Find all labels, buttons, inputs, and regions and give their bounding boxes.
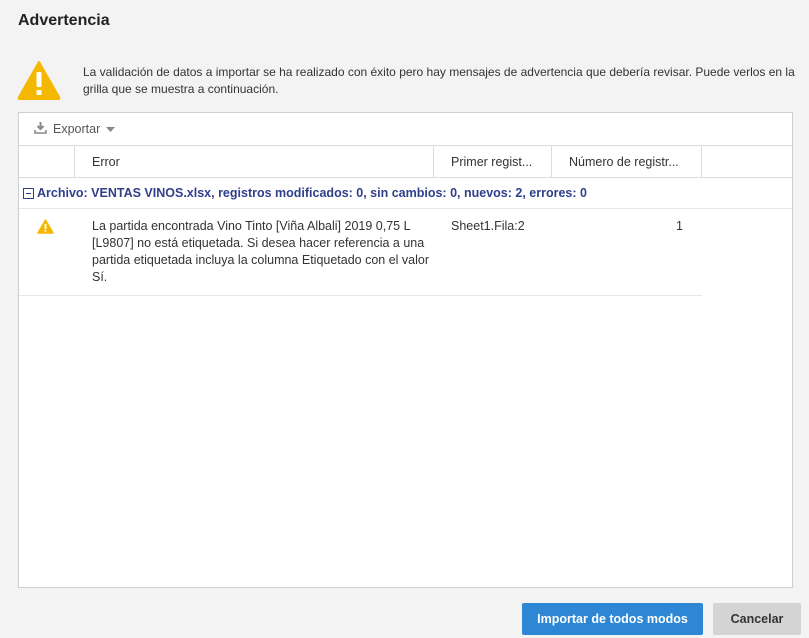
column-header-error[interactable]: Error — [75, 146, 434, 177]
cancel-button[interactable]: Cancelar — [713, 603, 801, 635]
warning-icon — [17, 60, 61, 100]
export-button[interactable]: Exportar — [34, 121, 116, 137]
dialog-title: Advertencia — [18, 12, 110, 29]
error-cell: La partida encontrada Vino Tinto [Viña A… — [92, 219, 430, 284]
caret-down-icon — [106, 122, 116, 136]
table-row[interactable]: La partida encontrada Vino Tinto [Viña A… — [19, 209, 702, 296]
grid-header: Error Primer regist... Número de registr… — [19, 146, 792, 178]
primer-registro-cell: Sheet1.Fila:2 — [451, 219, 525, 233]
export-label: Exportar — [53, 122, 101, 136]
column-header-numero-registros[interactable]: Número de registr... — [552, 146, 702, 177]
download-icon — [34, 121, 47, 137]
warnings-grid: Exportar Error Primer regist... Número d… — [18, 112, 793, 588]
collapse-icon[interactable] — [23, 187, 34, 199]
group-label: Archivo: VENTAS VINOS.xlsx, registros mo… — [37, 186, 587, 200]
group-row: Archivo: VENTAS VINOS.xlsx, registros mo… — [19, 178, 792, 209]
warning-icon — [19, 209, 75, 295]
column-header-primer-registro[interactable]: Primer regist... — [434, 146, 552, 177]
warning-message: La validación de datos a importar se ha … — [83, 65, 795, 96]
grid-toolbar: Exportar — [19, 113, 792, 146]
numero-registros-cell: 1 — [676, 219, 683, 233]
column-header-icon — [19, 146, 75, 177]
import-anyway-button[interactable]: Importar de todos modos — [522, 603, 703, 635]
